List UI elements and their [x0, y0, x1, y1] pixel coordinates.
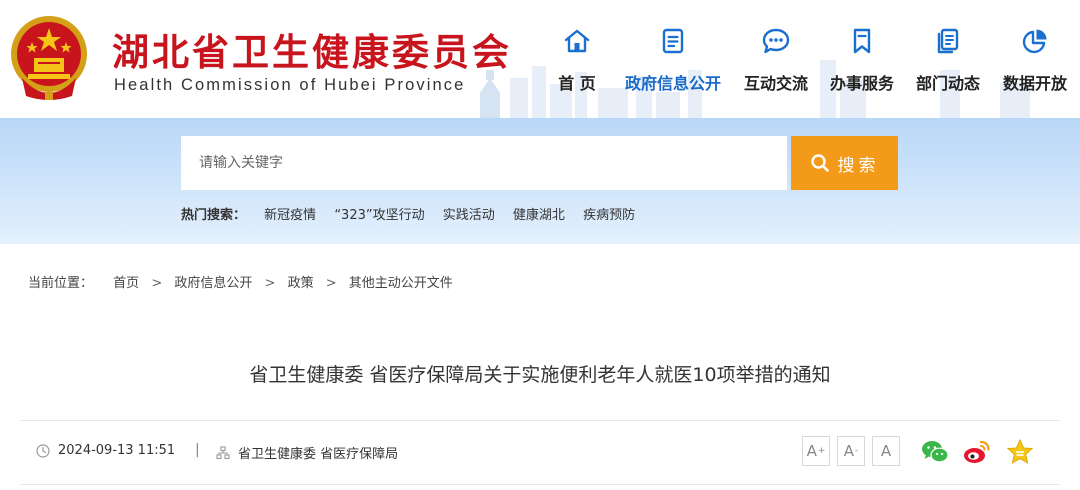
site-title: 湖北省卫生健康委员会 [112, 31, 512, 74]
wechat-icon[interactable] [920, 438, 950, 466]
hot-searches: 热门搜索： 新冠疫情 “323”攻坚行动 实践活动 健康湖北 疾病预防 [181, 204, 649, 223]
breadcrumb-policy[interactable]: 政策 [288, 276, 314, 291]
nav-label-services: 办事服务 [829, 74, 894, 93]
article-title: 省卫生健康委 省医疗保障局关于实施便利老年人就医10项举措的通知 [249, 364, 831, 386]
nav-item-open-data[interactable]: 数据开放 [985, 26, 1080, 94]
breadcrumb-separator: > [151, 276, 163, 291]
weibo-icon[interactable] [962, 438, 992, 466]
pie-chart-icon [1022, 29, 1047, 54]
news-pages-icon [937, 28, 959, 54]
nav-item-interaction[interactable]: 互动交流 [726, 26, 826, 94]
breadcrumb-lead: 当前位置： [28, 276, 94, 291]
search-button-label: 搜索 [837, 155, 880, 176]
hot-search-link[interactable]: 新冠疫情 [264, 208, 316, 223]
clock-icon [36, 443, 50, 458]
breadcrumb: 当前位置： 首页 > 政府信息公开 > 政策 > 其他主动公开文件 [28, 272, 453, 291]
font-size-reset-button[interactable]: A [872, 436, 900, 466]
nav-label-interaction: 互动交流 [743, 74, 808, 93]
site-header: 湖北省卫生健康委员会 Health Commission of Hubei Pr… [0, 0, 1080, 118]
favorite-star-icon[interactable] [1005, 438, 1035, 466]
divider [20, 420, 1060, 421]
nav-label-gov-info: 政府信息公开 [624, 74, 721, 93]
nav-item-home[interactable]: 首 页 [527, 26, 627, 94]
search-input[interactable] [181, 136, 787, 190]
search-icon [810, 154, 829, 172]
hot-search-label: 热门搜索： [181, 208, 247, 223]
breadcrumb-separator: > [264, 276, 276, 291]
breadcrumb-other-files[interactable]: 其他主动公开文件 [349, 276, 453, 291]
nav-item-dept-news[interactable]: 部门动态 [898, 26, 998, 94]
nav-label-home: 首 页 [558, 74, 596, 93]
hot-search-link[interactable]: “323”攻坚行动 [334, 208, 424, 223]
breadcrumb-home[interactable]: 首页 [113, 276, 139, 291]
article-source: 省卫生健康委 省医疗保障局 [216, 443, 398, 462]
article-meta-bar: 2024-09-13 11:51 | 省卫生健康委 省医疗保障局 A + A- A [20, 434, 1060, 470]
publish-date-text: 2024-09-13 11:51 [58, 443, 176, 458]
publish-date: 2024-09-13 11:51 [36, 443, 175, 458]
organization-icon [216, 445, 230, 459]
nav-label-open-data: 数据开放 [1002, 74, 1067, 93]
document-list-icon [662, 28, 684, 54]
hot-search-link[interactable]: 疾病预防 [583, 208, 635, 223]
meta-separator: | [195, 442, 200, 458]
hot-search-link[interactable]: 健康湖北 [513, 208, 565, 223]
nav-item-services[interactable]: 办事服务 [812, 26, 912, 94]
hot-search-link[interactable]: 实践活动 [443, 208, 495, 223]
breadcrumb-gov-info[interactable]: 政府信息公开 [174, 276, 252, 291]
article-source-text: 省卫生健康委 省医疗保障局 [238, 447, 399, 462]
chat-bubble-icon [762, 28, 790, 54]
nav-item-gov-info[interactable]: 政府信息公开 [623, 26, 723, 94]
font-size-decrease-button[interactable]: A- [837, 436, 865, 466]
search-section: 搜索 热门搜索： 新冠疫情 “323”攻坚行动 实践活动 健康湖北 疾病预防 [0, 118, 1080, 244]
divider [20, 484, 1060, 485]
home-icon [564, 29, 590, 53]
breadcrumb-separator: > [325, 276, 337, 291]
bookmark-icon [853, 28, 871, 54]
site-title-en: Health Commission of Hubei Province [114, 76, 466, 94]
nav-label-dept-news: 部门动态 [915, 74, 980, 93]
national-emblem-icon [11, 16, 87, 100]
search-button[interactable]: 搜索 [791, 136, 898, 190]
font-size-increase-button[interactable]: A + [802, 436, 830, 466]
